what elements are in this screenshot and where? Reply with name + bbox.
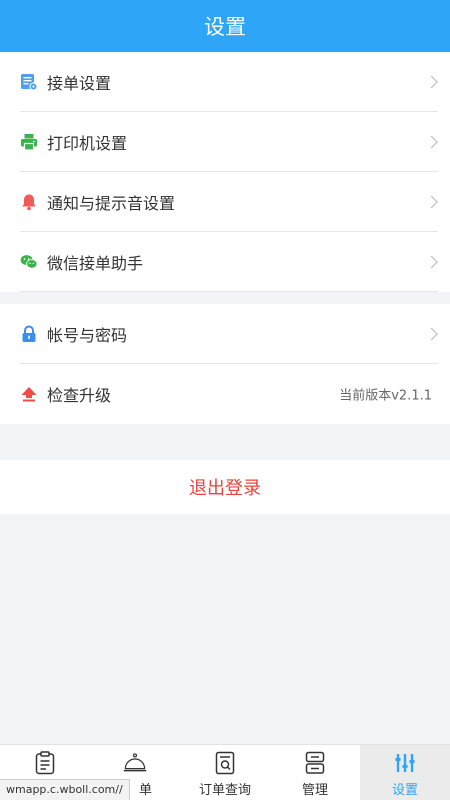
row-label: 通知与提示音设置 (47, 194, 176, 213)
tab-label: 管理 (301, 783, 328, 798)
chevron-right-icon (425, 255, 438, 269)
printer-icon (20, 133, 38, 151)
tab-label: 设置 (391, 783, 418, 798)
account-group: 帐号与密码 检查升级 当前版本v2.1.1 (0, 304, 450, 424)
chevron-right-icon (425, 195, 438, 209)
row-account-password[interactable]: 帐号与密码 (0, 304, 450, 364)
row-printer-settings[interactable]: 打印机设置 (0, 112, 450, 172)
order-settings-icon (20, 73, 38, 91)
chevron-right-icon (425, 135, 438, 149)
upgrade-icon (20, 385, 38, 403)
row-label: 帐号与密码 (47, 326, 128, 345)
current-version: 当前版本v2.1.1 (339, 388, 432, 404)
lock-icon (20, 325, 38, 343)
chevron-right-icon (425, 327, 438, 341)
page-title: 设置 (204, 15, 246, 39)
bell-icon (20, 193, 38, 211)
header-bar: 设置 (0, 0, 450, 52)
equalizer-icon (393, 750, 417, 776)
tab-management[interactable]: 管理 (270, 745, 360, 800)
tab-label: 订单查询 (198, 783, 251, 798)
logout-button[interactable]: 退出登录 (0, 460, 450, 514)
row-label: 接单设置 (47, 74, 112, 93)
order-search-icon (213, 750, 237, 776)
row-label: 检查升级 (47, 386, 112, 405)
tab-label: 单 (138, 783, 152, 798)
wechat-icon (20, 253, 38, 271)
row-wechat-assistant[interactable]: 微信接单助手 (0, 232, 450, 292)
row-check-upgrade[interactable]: 检查升级 当前版本v2.1.1 (0, 364, 450, 424)
status-url-bar: wmapp.c.wboll.com// (0, 779, 130, 800)
row-order-settings[interactable]: 接单设置 (0, 52, 450, 112)
row-label: 微信接单助手 (47, 254, 144, 273)
clipboard-icon (33, 750, 57, 776)
row-notification-settings[interactable]: 通知与提示音设置 (0, 172, 450, 232)
food-cloche-icon (123, 750, 147, 776)
logout-label: 退出登录 (189, 478, 261, 499)
server-icon (303, 750, 327, 776)
tab-settings[interactable]: 设置 (360, 745, 450, 800)
settings-group: 接单设置 打印机设置 通知与提示音设置 微信接单助手 (0, 52, 450, 292)
row-label: 打印机设置 (47, 134, 128, 153)
tab-order-search[interactable]: 订单查询 (180, 745, 270, 800)
chevron-right-icon (425, 75, 438, 89)
divider (20, 291, 438, 292)
